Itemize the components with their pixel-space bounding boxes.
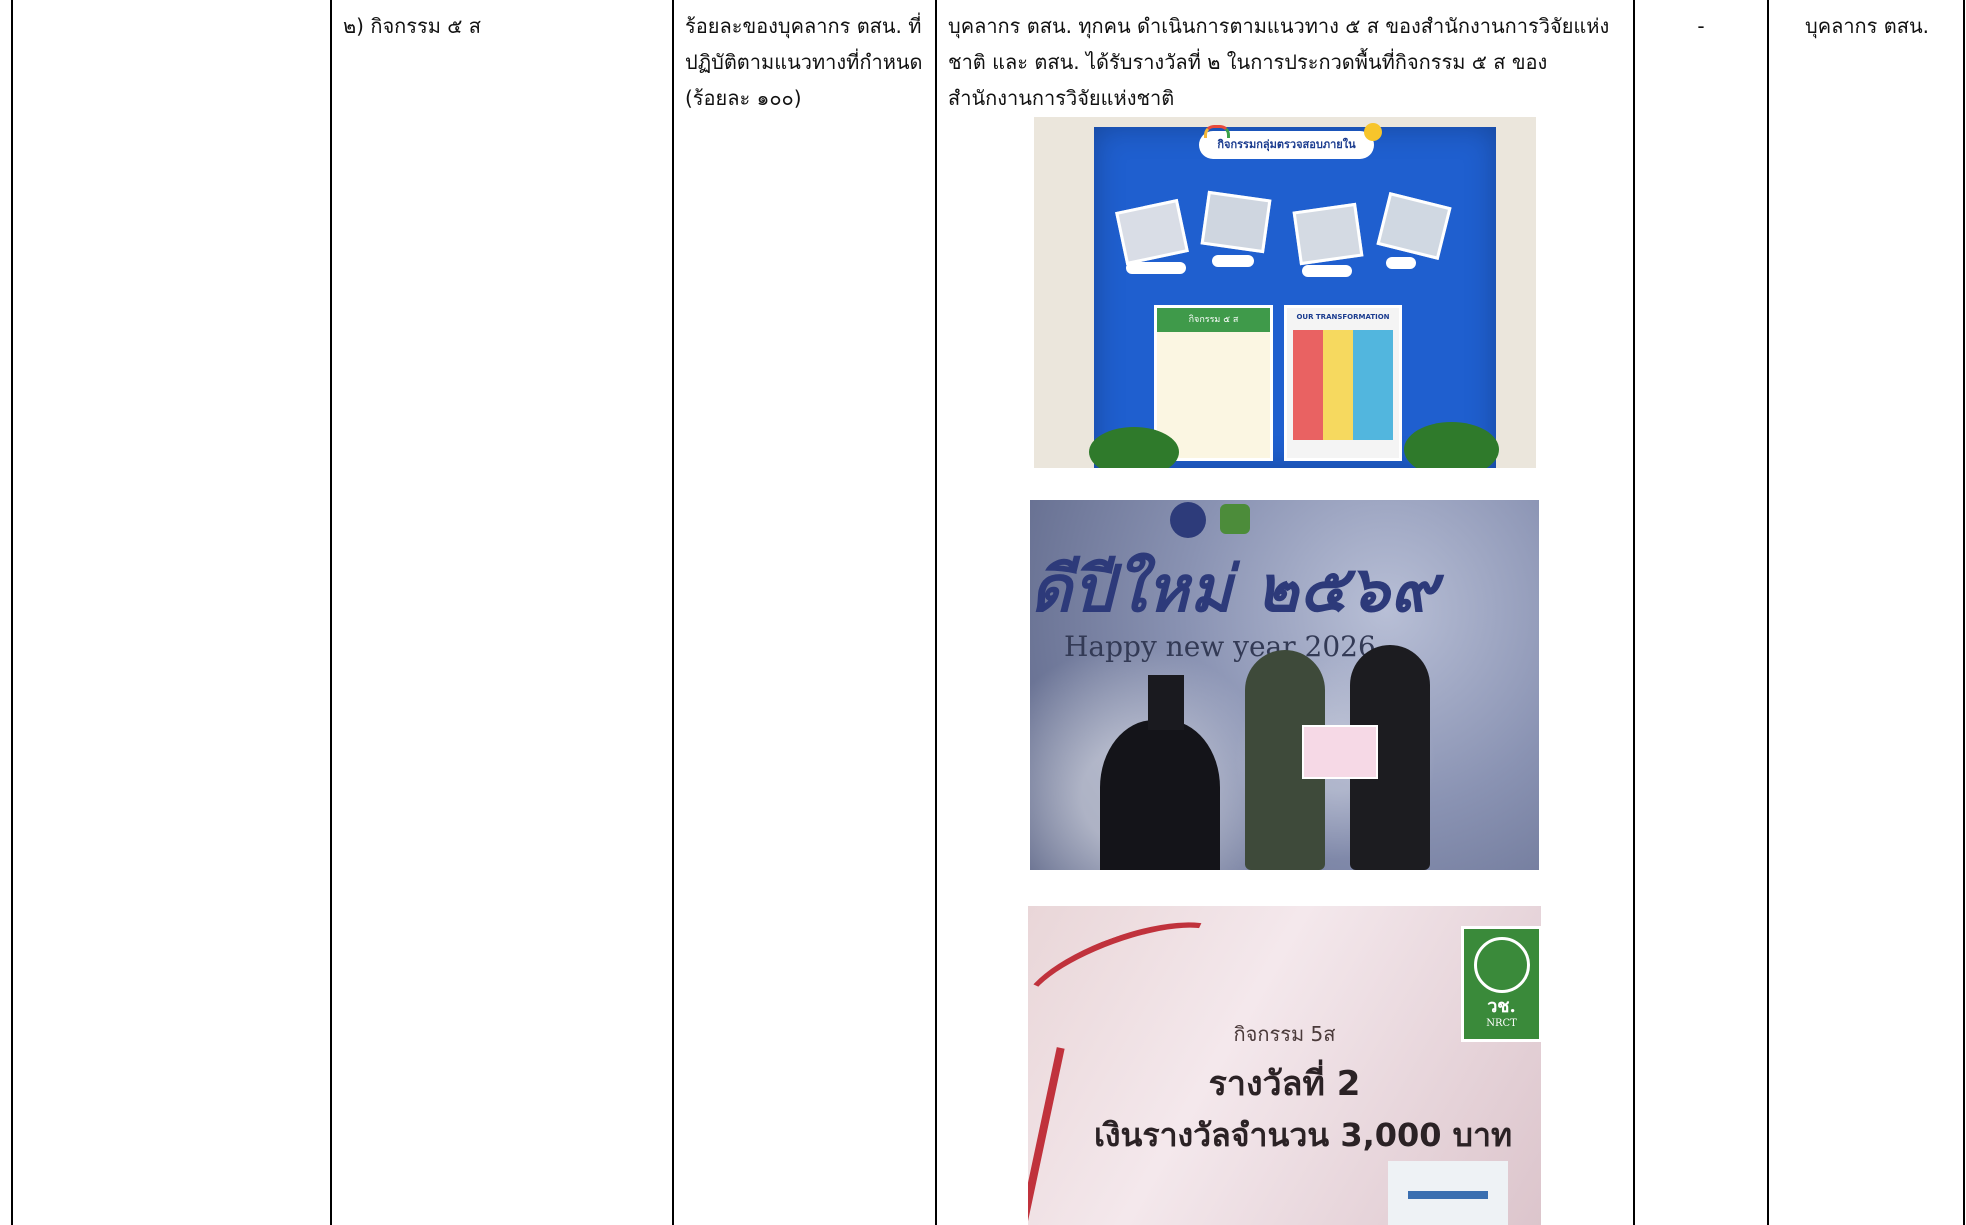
activity-board-photo: กิจกรรมกลุ่มตรวจสอบภายใน กิจกรรม ๕ ส OUR… [1034, 117, 1536, 468]
logo-emblem [1220, 504, 1250, 534]
snapshot-photo [1200, 190, 1272, 254]
english-greeting: Happy new year 2026 [1064, 630, 1376, 663]
award-certificate [1302, 725, 1378, 779]
result-description-cell: บุคลากร ตสน. ทุกคน ดำเนินการตามแนวทาง ๕ … [948, 14, 1610, 110]
snapshot-photo [1292, 202, 1364, 266]
certificate-amount: เงินรางวัลจำนวน 3,000 บาท [1093, 1116, 1513, 1154]
cloud-label [1212, 255, 1254, 267]
sun-icon [1364, 123, 1382, 141]
column-divider [935, 0, 937, 1225]
before-after-grid [1293, 330, 1393, 440]
camera-flash [1148, 675, 1184, 730]
award-stage-photo: ดีปีใหม่ ๒๕๖๙ Happy new year 2026 [1030, 500, 1539, 870]
thai-greeting: ดีปีใหม่ ๒๕๖๙ [1030, 552, 1439, 627]
award-certificate-photo: วช. NRCT กิจกรรม 5ส รางวัลที่ 2 เงินรางว… [1028, 906, 1541, 1225]
cloud-label [1126, 262, 1186, 274]
poster-header: OUR TRANSFORMATION [1287, 308, 1399, 326]
indicator-cell: ร้อยละของบุคลากร ตสน. ที่ปฏิบัติตามแนวทา… [685, 14, 923, 110]
poster-transformation: OUR TRANSFORMATION [1284, 305, 1402, 461]
cloud-label [1386, 257, 1416, 269]
responsible-cell: บุคลากร ตสน. [1805, 14, 1929, 38]
photographer-silhouette [1100, 720, 1220, 870]
cloud-label [1302, 265, 1352, 277]
column-divider [1767, 0, 1769, 1225]
column-divider [330, 0, 332, 1225]
banner-text: กิจกรรมกลุ่มตรวจสอบภายใน [1217, 138, 1356, 151]
poster-header: กิจกรรม ๕ ส [1157, 308, 1270, 332]
logo-emblem [1170, 502, 1206, 538]
logo-seal [1473, 937, 1530, 993]
certificate-activity: กิจกรรม 5ส [1233, 1022, 1336, 1046]
column-divider [672, 0, 674, 1225]
office-desk [1408, 1191, 1488, 1199]
column-divider [1633, 0, 1635, 1225]
results-table: ๒) กิจกรรม ๕ ส ร้อยละของบุคลากร ตสน. ที่… [11, 0, 1965, 1225]
rainbow-icon [1204, 125, 1230, 138]
logo-text: วช. [1487, 996, 1516, 1017]
poster-title: กิจกรรม ๕ ส [1188, 315, 1239, 325]
poster-title: OUR TRANSFORMATION [1296, 313, 1390, 321]
green-shrub [1404, 422, 1499, 468]
budget-cell: - [1697, 14, 1705, 38]
certificate-prize: รางวัลที่ 2 [1208, 1064, 1361, 1104]
activity-name-cell: ๒) กิจกรรม ๕ ส [343, 14, 482, 38]
